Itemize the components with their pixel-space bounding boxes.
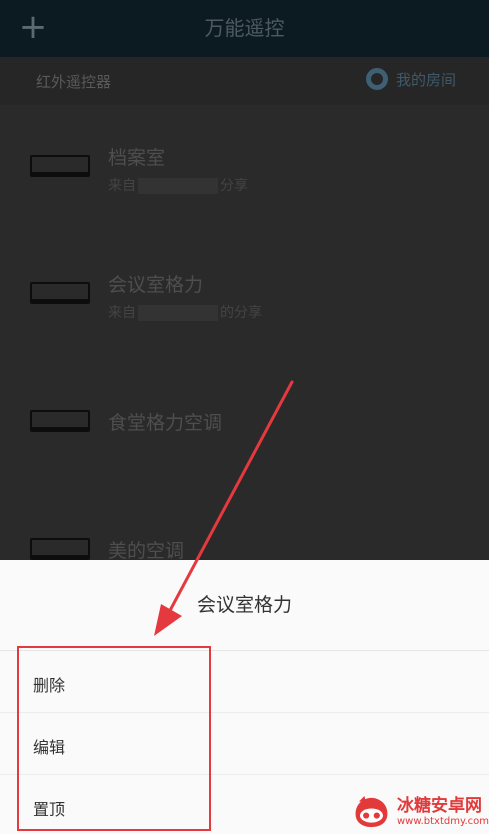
device-item-meeting-room[interactable]: 会议室格力 来自 的分享: [0, 232, 489, 358]
air-conditioner-icon: [30, 538, 90, 560]
category-bar: 红外遥控器 我的房间: [0, 57, 489, 105]
action-sheet-title: 会议室格力: [196, 594, 292, 616]
device-name: 食堂格力空调: [108, 412, 223, 434]
my-room-button[interactable]: 我的房间: [365, 68, 456, 90]
air-conditioner-icon: [30, 155, 90, 177]
redacted-user: [138, 305, 218, 321]
device-item-archive[interactable]: 档案室 来自 分享: [0, 105, 489, 231]
redacted-user: [138, 178, 218, 194]
delete-button[interactable]: 删除: [0, 652, 489, 714]
device-item-canteen[interactable]: 食堂格力空调: [0, 360, 489, 486]
divider: [0, 712, 489, 713]
share-prefix: 来自: [108, 178, 136, 194]
divider: [0, 774, 489, 775]
my-room-label: 我的房间: [395, 70, 456, 89]
watermark-logo-icon: [355, 796, 388, 828]
divider: [0, 650, 489, 651]
page-title: 万能遥控: [204, 16, 285, 40]
device-name: 会议室格力: [108, 274, 204, 296]
device-name: 美的空调: [108, 540, 185, 562]
watermark: 冰糖安卓网 www.btxtdmy.com: [352, 790, 489, 834]
device-share-info: 来自 的分享: [108, 302, 262, 322]
share-suffix: 分享: [220, 178, 248, 194]
room-ring-icon: [365, 68, 388, 90]
share-suffix: 的分享: [220, 305, 262, 321]
edit-button[interactable]: 编辑: [0, 714, 489, 776]
air-conditioner-icon: [30, 282, 90, 304]
watermark-name: 冰糖安卓网: [396, 796, 482, 816]
pin-to-top-label: 置顶: [33, 800, 66, 819]
edit-label: 编辑: [33, 738, 66, 757]
watermark-text: 冰糖安卓网 www.btxtdmy.com: [397, 796, 489, 828]
top-bar: + 万能遥控: [0, 0, 489, 57]
watermark-url: www.btxtdmy.com: [396, 816, 489, 827]
delete-label: 删除: [33, 676, 66, 695]
device-name: 档案室: [108, 147, 166, 169]
share-prefix: 来自: [108, 305, 136, 321]
device-share-info: 来自 分享: [108, 175, 248, 195]
category-label: 红外遥控器: [36, 73, 112, 91]
air-conditioner-icon: [30, 410, 90, 432]
